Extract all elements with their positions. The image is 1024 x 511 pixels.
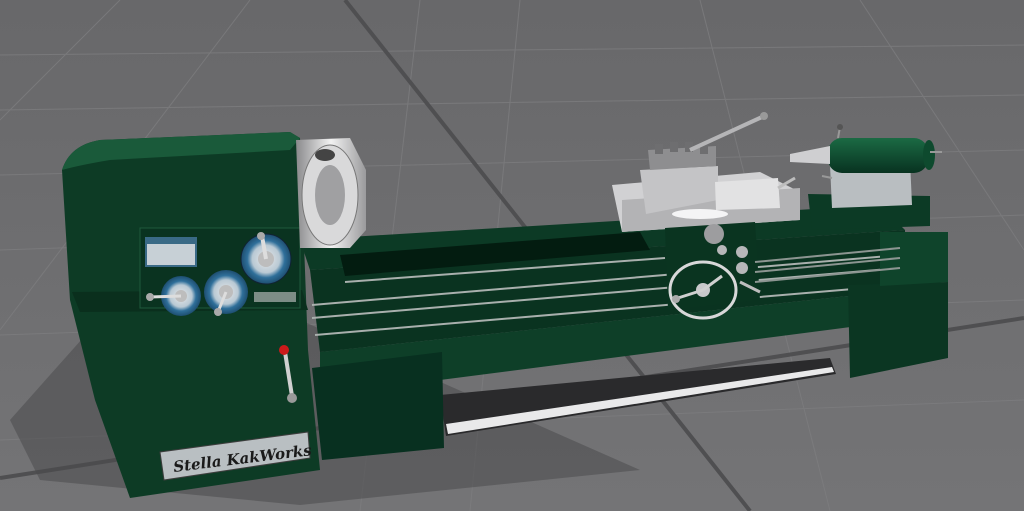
left-pedestal-front bbox=[312, 352, 444, 460]
compound-slide bbox=[715, 178, 780, 210]
cross-slide-light bbox=[672, 209, 728, 219]
info-plate-header bbox=[146, 238, 196, 244]
selector-plate bbox=[254, 292, 296, 302]
lathe-scene: Stella KakWorks bbox=[0, 0, 1024, 511]
chuck bbox=[296, 138, 366, 248]
